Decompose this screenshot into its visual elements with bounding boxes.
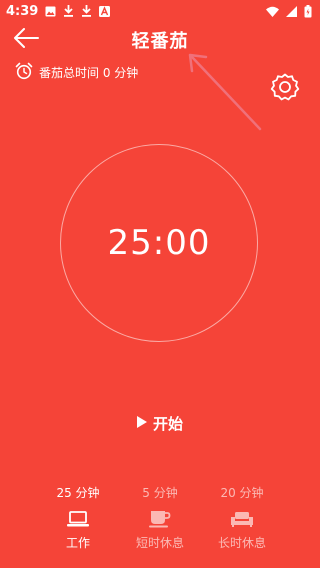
- mode-selector: 25 分钟 工作 5 分钟 短时休息 20 分钟 长时休息: [38, 484, 282, 554]
- mode-label: 长时休息: [217, 536, 266, 550]
- mode-work[interactable]: 25 分钟 工作: [38, 484, 118, 554]
- sofa-icon: [231, 506, 253, 532]
- laptop-icon: [67, 506, 89, 532]
- mode-short-break[interactable]: 5 分钟 短时休息: [120, 484, 200, 554]
- play-icon: [136, 414, 147, 432]
- mode-duration: 20 分钟: [220, 486, 264, 500]
- timer-circle: 25:00: [60, 144, 258, 342]
- mode-duration: 25 分钟: [56, 486, 100, 500]
- status-bar: 4:39: [0, 0, 320, 22]
- battery-icon: [304, 4, 312, 18]
- mode-label: 短时休息: [135, 536, 184, 550]
- wifi-icon: [266, 6, 279, 17]
- total-time-text: 番茄总时间 0 分钟: [39, 66, 139, 80]
- status-left: 4:39: [6, 3, 111, 19]
- app-notification-icon: [99, 5, 111, 17]
- mode-long-break[interactable]: 20 分钟 长时休息: [202, 484, 282, 554]
- alarm-clock-icon: [15, 62, 33, 83]
- annotation-arrow: [188, 53, 262, 131]
- start-label: 开始: [152, 414, 183, 433]
- gear-icon: [270, 72, 300, 106]
- back-button[interactable]: [10, 26, 42, 54]
- status-right: [266, 4, 312, 18]
- start-button[interactable]: 开始: [128, 410, 192, 436]
- timer-display: 25:00: [107, 223, 211, 263]
- settings-button[interactable]: [268, 72, 302, 106]
- image-icon: [45, 6, 56, 17]
- status-time: 4:39: [6, 3, 39, 19]
- signal-icon: [286, 5, 297, 17]
- total-time-summary: 番茄总时间 0 分钟: [15, 62, 138, 83]
- arrow-left-icon: [13, 28, 39, 52]
- coffee-cup-icon: [149, 506, 171, 532]
- download-icon: [81, 5, 92, 17]
- page-title: 轻番茄: [131, 31, 189, 52]
- download-icon: [63, 5, 74, 17]
- app-bar: 轻番茄: [0, 22, 320, 58]
- mode-duration: 5 分钟: [142, 486, 178, 500]
- mode-label: 工作: [65, 536, 90, 550]
